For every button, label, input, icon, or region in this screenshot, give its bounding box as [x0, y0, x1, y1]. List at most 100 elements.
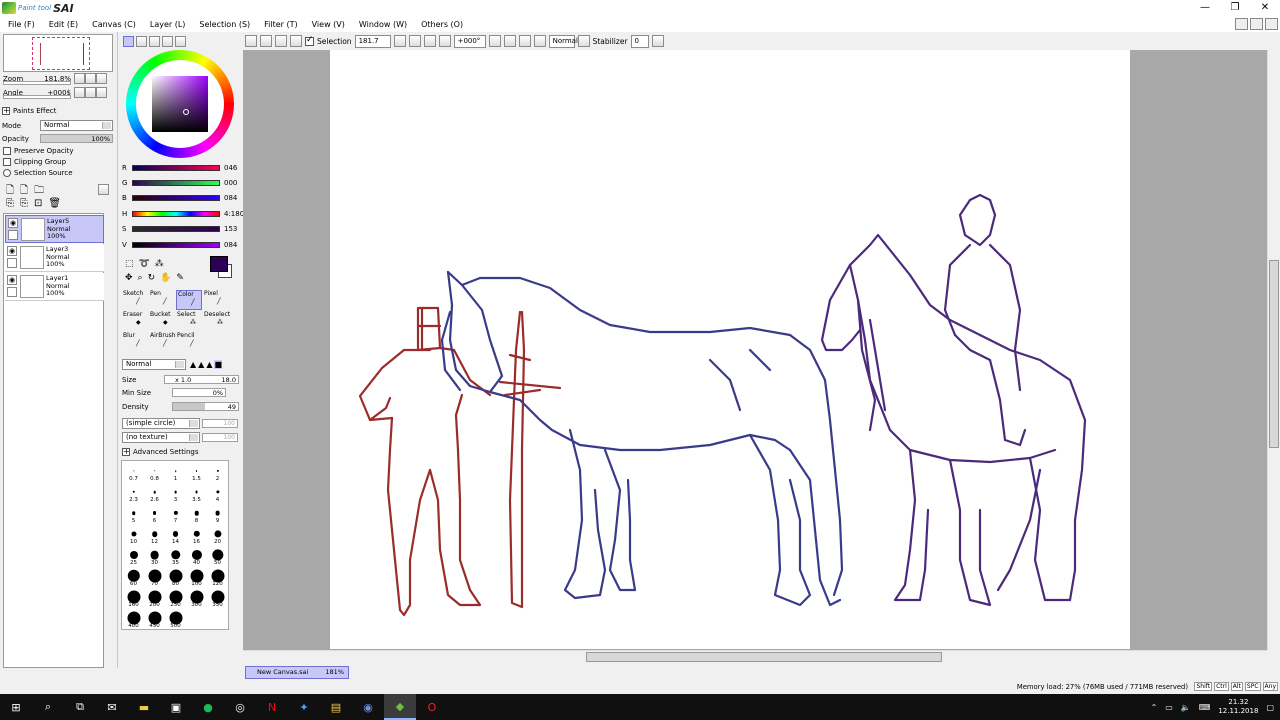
file-explorer-icon[interactable]: ▬: [128, 694, 160, 720]
slider-h[interactable]: H 4:180: [122, 210, 244, 218]
notes-icon[interactable]: ▤: [320, 694, 352, 720]
slider-bar[interactable]: [132, 165, 220, 171]
brush-size-preset[interactable]: 300: [186, 588, 207, 609]
menu-canvas[interactable]: Canvas (C): [88, 20, 140, 29]
rotate-right-button[interactable]: [518, 35, 531, 47]
angle-slider[interactable]: [3, 95, 71, 99]
tool-color[interactable]: Color ╱: [176, 290, 202, 310]
brush-size-preset[interactable]: 50: [207, 546, 228, 567]
layer-edit-icon[interactable]: [8, 230, 18, 240]
merge-down-icon[interactable]: ⎘: [20, 198, 28, 209]
network-icon[interactable]: ▭: [1165, 703, 1173, 712]
brush-size-preset[interactable]: 400: [123, 609, 144, 630]
brush-shape-select[interactable]: (simple circle): [122, 418, 200, 429]
move-icon[interactable]: ✥: [125, 273, 133, 283]
nav-zoom-in-button[interactable]: [85, 73, 96, 84]
steam-icon[interactable]: ◎: [224, 694, 256, 720]
color-wheel[interactable]: [126, 50, 234, 158]
brush-size-preset[interactable]: 0.7: [123, 462, 144, 483]
min-size-slider[interactable]: 0%: [172, 388, 226, 397]
hsv-slider-tab[interactable]: [149, 36, 160, 47]
angle-field[interactable]: +000°: [453, 34, 486, 48]
brush-size-preset[interactable]: 9: [207, 504, 228, 525]
slider-bar[interactable]: [132, 226, 220, 232]
brush-size-preset[interactable]: 60: [123, 567, 144, 588]
rect-select-icon[interactable]: ⬚: [125, 259, 134, 269]
nav-rotate-reset-button[interactable]: [96, 87, 107, 98]
menu-others[interactable]: Others (O): [417, 20, 467, 29]
brush-size-preset[interactable]: 8: [186, 504, 207, 525]
brush-size-preset[interactable]: 1: [165, 462, 186, 483]
zoom-dropdown-button[interactable]: [393, 35, 406, 47]
brush-shape-soft-icon[interactable]: ▲: [206, 360, 212, 369]
tray-expand-icon[interactable]: ⌃: [1151, 703, 1158, 712]
undo-button[interactable]: [245, 35, 257, 47]
brush-size-preset[interactable]: 250: [165, 588, 186, 609]
advanced-settings-label[interactable]: Advanced Settings: [133, 448, 199, 456]
system-clock[interactable]: 21.32 12.11.2018: [1218, 698, 1258, 716]
eyedropper-icon[interactable]: ✎: [176, 273, 184, 283]
layer-edit-icon[interactable]: [7, 287, 17, 297]
slider-b[interactable]: B 084: [122, 194, 237, 202]
expand-icon[interactable]: +: [2, 107, 10, 115]
slider-bar[interactable]: [132, 195, 220, 201]
tool-pen[interactable]: Pen ╱: [149, 290, 175, 310]
notifications-icon[interactable]: ▢: [1266, 703, 1274, 712]
menu-edit[interactable]: Edit (E): [45, 20, 82, 29]
brush-shape-medium-icon[interactable]: ▲: [198, 360, 204, 369]
brush-size-preset[interactable]: 3.5: [186, 483, 207, 504]
canvas-area[interactable]: [243, 50, 1267, 650]
drawing-canvas[interactable]: [330, 50, 1130, 649]
rotate-left-button[interactable]: [503, 35, 516, 47]
brush-size-preset[interactable]: 10: [123, 525, 144, 546]
close-button[interactable]: ✕: [1250, 0, 1280, 16]
paint-tool-sai-taskbar-icon[interactable]: ◆: [384, 694, 416, 720]
brush-size-preset[interactable]: 160: [123, 588, 144, 609]
brush-size-preset[interactable]: 16: [186, 525, 207, 546]
volume-icon[interactable]: 🔈: [1181, 703, 1191, 712]
brush-size-preset[interactable]: 120: [207, 567, 228, 588]
nav-rotate-right-button[interactable]: [85, 87, 96, 98]
canvas-minimize-button[interactable]: [1235, 18, 1248, 30]
brush-size-preset[interactable]: 2.3: [123, 483, 144, 504]
brush-size-preset[interactable]: 0.8: [144, 462, 165, 483]
lasso-icon[interactable]: ➰: [139, 259, 150, 269]
swatches-tab[interactable]: [162, 36, 173, 47]
brush-size-preset[interactable]: 450: [144, 609, 165, 630]
tool-eraser[interactable]: Eraser ◆: [122, 311, 148, 331]
brush-size-preset[interactable]: 14: [165, 525, 186, 546]
slider-r[interactable]: R 046: [122, 164, 237, 172]
mail-icon[interactable]: ✉: [96, 694, 128, 720]
brush-size-preset[interactable]: 4: [207, 483, 228, 504]
slider-v[interactable]: V 084: [122, 241, 237, 249]
nav-zoom-out-button[interactable]: [74, 73, 85, 84]
canvas-close-button[interactable]: [1265, 18, 1278, 30]
spotify-icon[interactable]: ●: [192, 694, 224, 720]
brush-size-preset[interactable]: 1.5: [186, 462, 207, 483]
zoom-in-button[interactable]: [423, 35, 436, 47]
visibility-eye-icon[interactable]: ◉: [7, 246, 17, 256]
zoom-slider[interactable]: [3, 81, 71, 85]
tool-blur[interactable]: Blur ╱: [122, 332, 148, 352]
layer-opacity-slider[interactable]: 100%: [40, 134, 113, 143]
menu-view[interactable]: View (V): [308, 20, 349, 29]
document-tab[interactable]: New Canvas.sai 181%: [245, 666, 349, 679]
brush-size-preset[interactable]: 2: [207, 462, 228, 483]
navigator-preview[interactable]: [3, 34, 113, 72]
rotate-reset-button[interactable]: [533, 35, 546, 47]
canvas-restore-button[interactable]: [1250, 18, 1263, 30]
menu-filter[interactable]: Filter (T): [260, 20, 301, 29]
brush-size-preset[interactable]: 3: [165, 483, 186, 504]
hand-icon[interactable]: ✋: [160, 273, 171, 283]
brush-texture-strength[interactable]: 100: [202, 433, 238, 442]
color-picker-cursor[interactable]: [183, 109, 189, 115]
layer-edit-icon[interactable]: [7, 258, 17, 268]
brush-shape-strength[interactable]: 100: [202, 419, 238, 428]
brush-texture-select[interactable]: (no texture): [122, 432, 200, 443]
menu-layer[interactable]: Layer (L): [146, 20, 190, 29]
redo-button[interactable]: [260, 35, 272, 47]
brush-size-preset[interactable]: 2.6: [144, 483, 165, 504]
search-icon[interactable]: ⌕: [32, 694, 64, 720]
menu-window[interactable]: Window (W): [355, 20, 411, 29]
delete-layer-icon[interactable]: 🗑: [48, 198, 61, 209]
